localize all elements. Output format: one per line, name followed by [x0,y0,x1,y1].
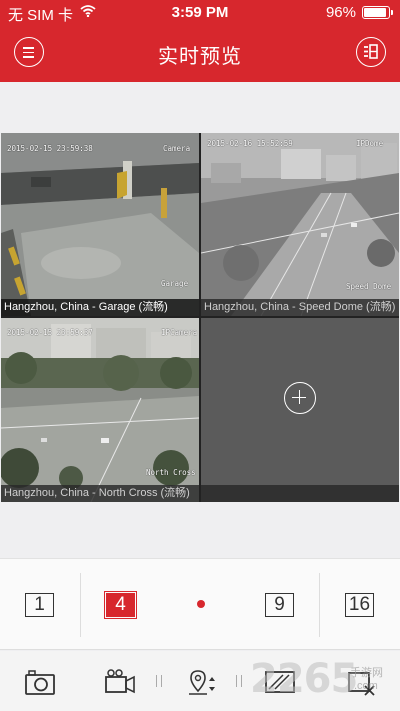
channel-caption: Hangzhou, China - Garage (流畅) [1,299,199,316]
toolbar-separator [236,675,242,687]
scene-overlay: Speed Dome [346,282,392,291]
battery-icon [362,6,393,19]
ptz-control-icon [189,670,215,695]
divider [319,573,320,637]
bottom-toolbar [0,651,400,711]
page-indicator-dot [197,600,205,608]
scene-overlay: North Cross [146,468,196,477]
camera-overlay: Camera [163,144,191,153]
video-cell-garage[interactable]: 2015-02-15 23:59:38 Camera Garage Hangzh… [1,133,199,316]
camera-overlay: IPDome [356,139,384,148]
quality-icon [265,671,295,693]
layout-16-button[interactable]: 16 [345,593,374,617]
page-title: 实时预览 [158,46,242,68]
channel-caption: Hangzhou, China - Speed Dome (流畅) [201,299,399,316]
channel-caption-empty [201,485,399,502]
toolbar-separator [156,675,162,687]
layout-4-button[interactable]: 4 [104,591,137,619]
status-bar: 无 SIM 卡 3:59 PM 96% [0,0,400,24]
video-cell-speed-dome[interactable]: 2015-02-16 15:52:59 IPDome Speed Dome Ha… [201,133,399,316]
ptz-button[interactable] [185,667,219,697]
timestamp-overlay: 2015-02-15 23:59:37 [7,328,93,337]
header: 无 SIM 卡 3:59 PM 96% 实时预览 [0,0,400,82]
battery-percent: 96% [325,4,356,21]
timestamp-overlay: 2015-02-15 23:59:38 [7,144,93,153]
camera-overlay: IPCamera [161,328,198,337]
video-cell-north-cross[interactable]: 2015-02-15 23:59:37 IPCamera North Cross… [1,318,199,502]
video-cell-empty[interactable] [201,318,399,502]
playback-list-icon [364,44,378,59]
playback-list-button[interactable] [356,37,386,67]
video-grid: 2015-02-15 23:59:38 Camera Garage Hangzh… [1,133,399,502]
close-all-button[interactable] [344,667,378,697]
channel-caption: Hangzhou, China - North Cross (流畅) [1,485,199,502]
camera-icon [25,670,55,695]
timestamp-overlay: 2015-02-16 15:52:59 [207,139,293,148]
snapshot-button[interactable] [23,667,57,697]
scene-overlay: Garage [161,279,189,288]
close-all-icon [348,672,375,696]
quality-button[interactable] [263,667,297,697]
divider [80,573,81,637]
layout-1-button[interactable]: 1 [25,593,54,617]
garage-feed [1,133,199,316]
video-record-icon [105,669,135,694]
layout-9-button[interactable]: 9 [265,593,294,617]
add-channel-icon[interactable] [284,382,316,414]
record-button[interactable] [103,667,137,697]
